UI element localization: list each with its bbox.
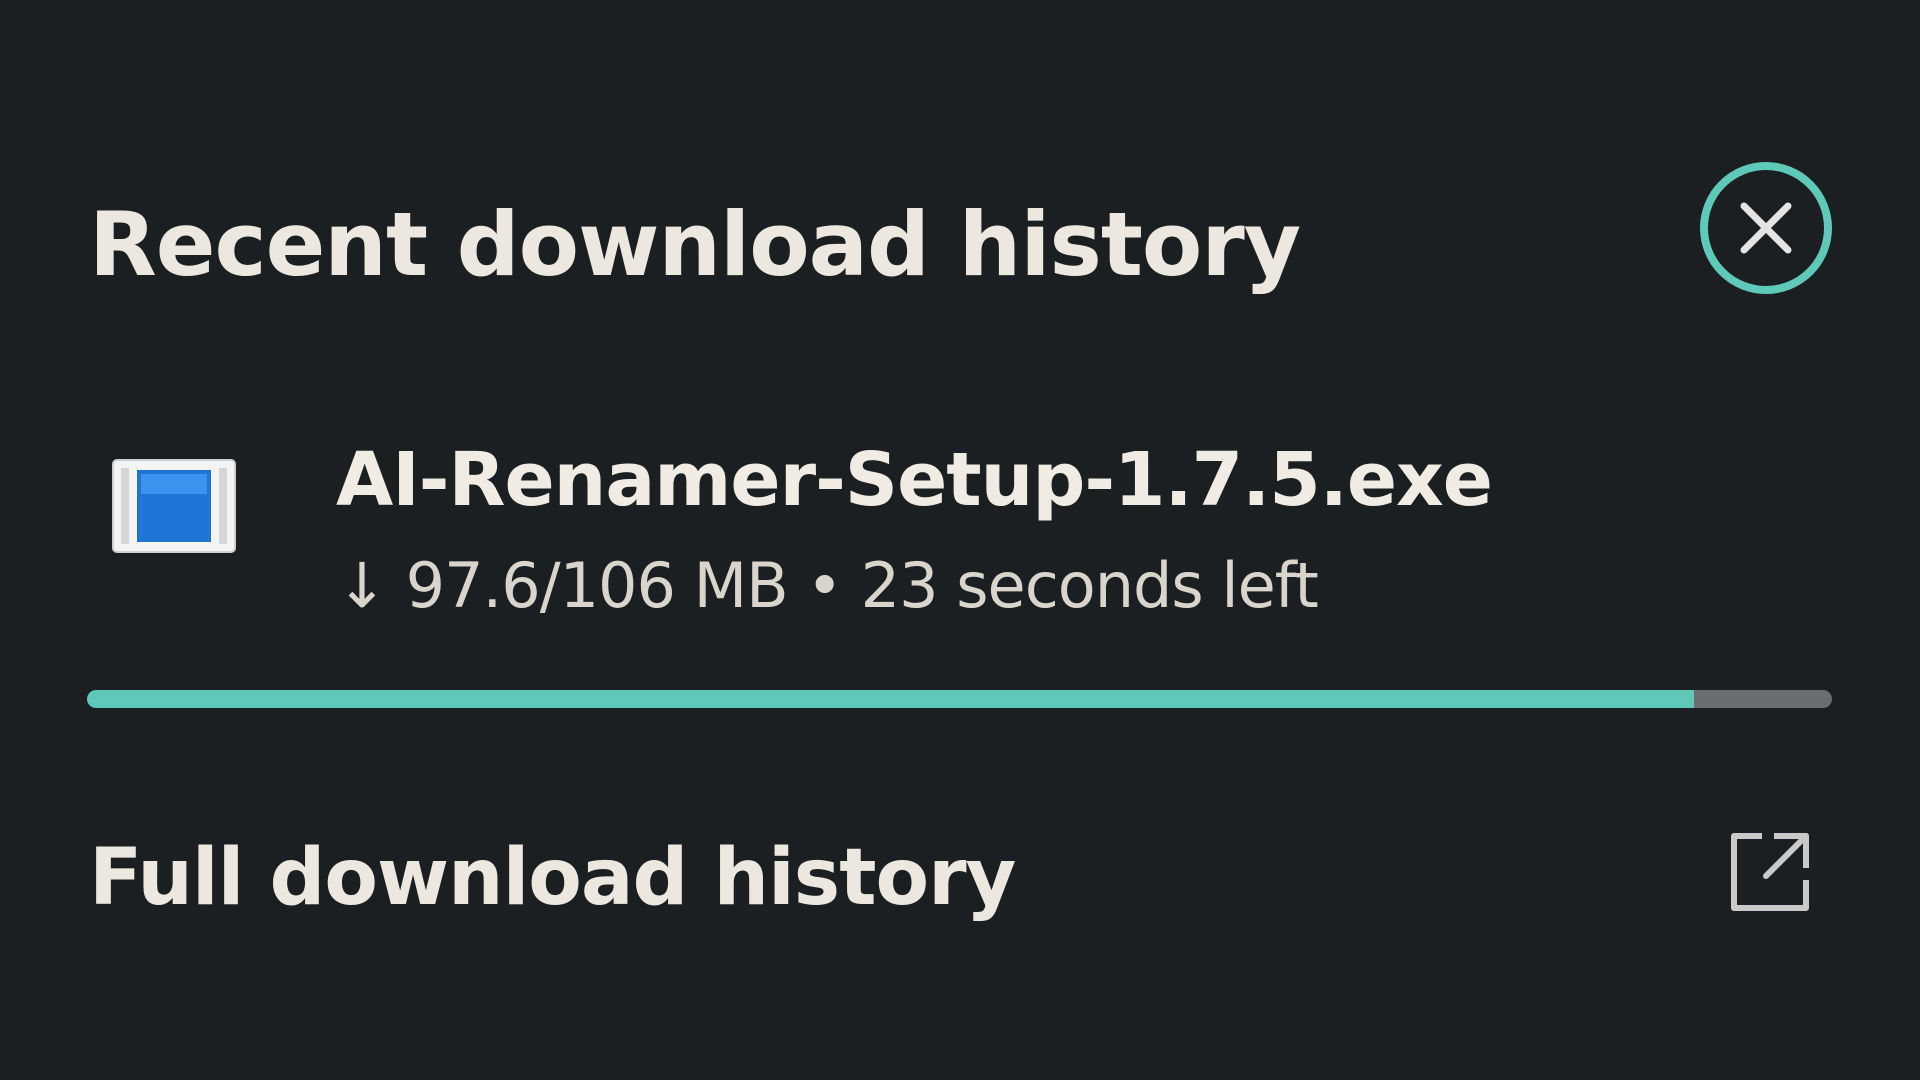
- file-name[interactable]: AI-Renamer-Setup-1.7.5.exe: [336, 430, 1493, 530]
- downloads-panel: Recent download history AI-Renamer-Setup…: [0, 0, 1920, 1080]
- panel-title: Recent download history: [89, 193, 1301, 296]
- executable-file-icon: [112, 459, 236, 553]
- download-progress-fill: [87, 690, 1695, 708]
- close-button[interactable]: [1700, 162, 1832, 294]
- download-status: ↓ 97.6/106 MB • 23 seconds left: [336, 549, 1319, 622]
- download-progress-bar: [87, 690, 1832, 708]
- open-external-icon: [1731, 833, 1809, 911]
- full-download-history-link[interactable]: Full download history: [0, 820, 1920, 940]
- download-item[interactable]: AI-Renamer-Setup-1.7.5.exe ↓ 97.6/106 MB…: [0, 430, 1920, 660]
- full-download-history-label: Full download history: [89, 833, 1016, 923]
- close-icon: [1740, 202, 1792, 254]
